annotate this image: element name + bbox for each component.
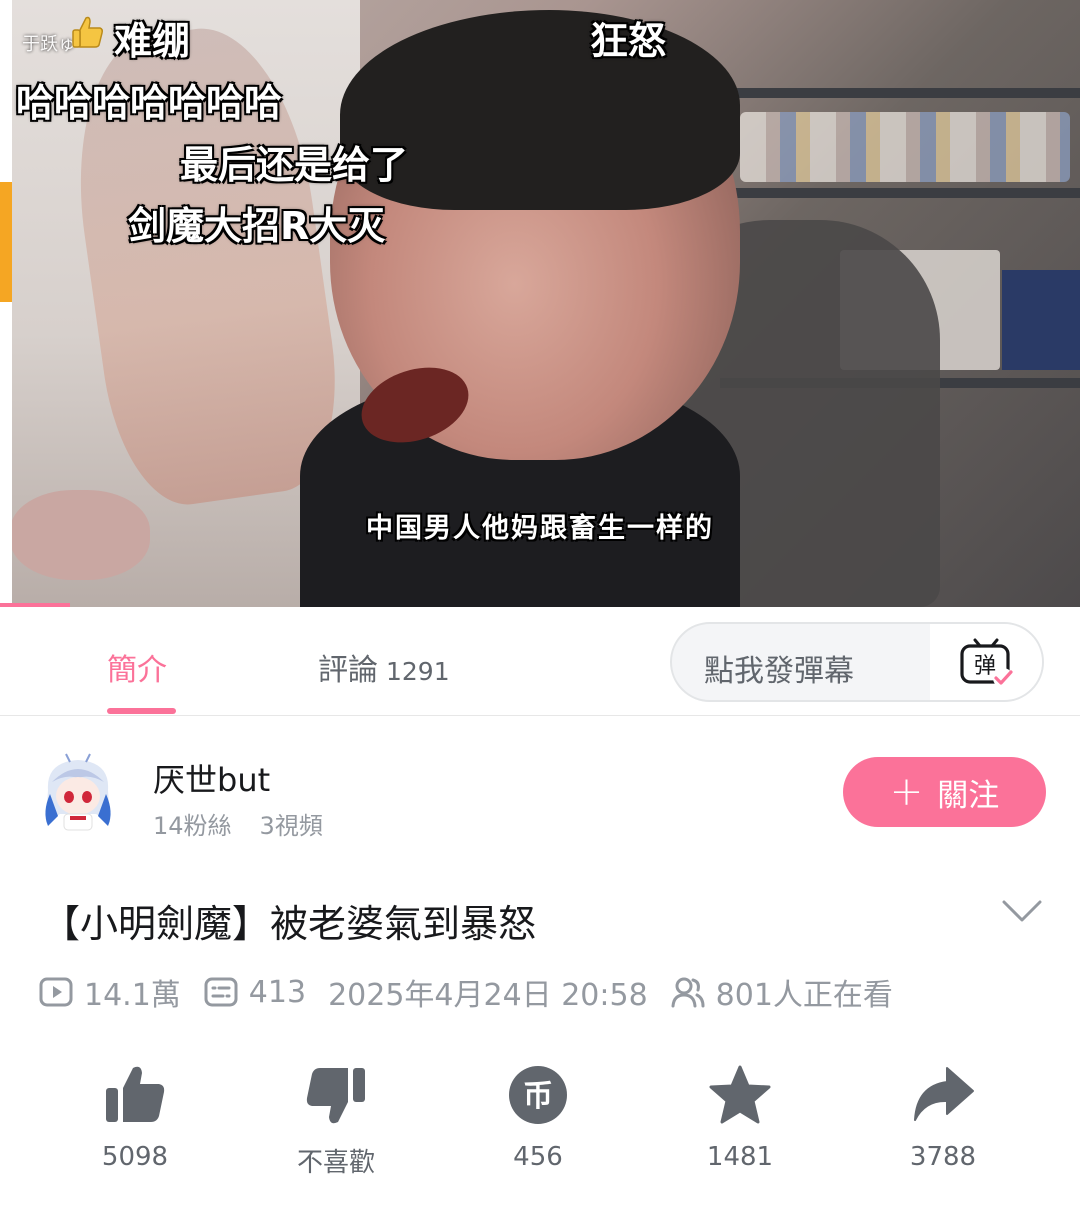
danmaku-count-icon <box>204 977 238 1007</box>
danmaku-count: 413 <box>248 974 307 1010</box>
video-meta: 14.1萬 413 2025年4月24日 20:58 801人正在看 <box>38 970 893 1014</box>
watching-icon <box>671 977 705 1008</box>
like-count: 5098 <box>101 1142 169 1172</box>
like-icon <box>106 1066 165 1122</box>
video-title: 【小明劍魔】被老婆氣到暴怒 <box>42 902 537 946</box>
danmaku-comment: 哈哈哈哈哈哈哈 <box>16 81 283 125</box>
active-tab-indicator <box>107 708 176 714</box>
danmaku-toggle-icon: 弹 <box>960 638 1013 688</box>
tab-bar: 簡介 評論 1291 點我發彈幕 弹 <box>0 607 1080 716</box>
edge-marker <box>0 182 12 302</box>
video-shelf <box>720 88 1080 98</box>
danmaku-input-placeholder: 點我發彈幕 <box>704 654 854 689</box>
favorite-icon <box>709 1065 771 1124</box>
comments-count: 1291 <box>386 657 450 686</box>
danmaku-sender: 于跃ゅ <box>22 34 76 55</box>
video-figurines <box>740 112 1070 182</box>
tab-comments-label: 評論 <box>318 653 378 688</box>
danmaku-comment: 难绷 <box>114 19 191 63</box>
video-shelf <box>720 188 1080 198</box>
uploader-videos: 3視頻 <box>259 812 323 840</box>
watching-count: 801人正在看 <box>715 978 893 1013</box>
video-box <box>1002 270 1080 370</box>
plus-icon: + <box>889 769 924 815</box>
dislike-button[interactable]: 不喜歡 <box>266 1064 406 1179</box>
coin-button[interactable]: 币 456 <box>468 1064 608 1172</box>
thumbs-up-emoji-icon <box>72 16 103 48</box>
danmaku-input[interactable]: 點我發彈幕 弹 <box>670 622 1044 702</box>
coin-count: 456 <box>513 1142 563 1172</box>
tab-intro[interactable]: 簡介 <box>107 645 167 689</box>
follow-label: 關注 <box>937 777 1000 814</box>
view-count: 14.1萬 <box>84 978 181 1013</box>
danmaku-comment: 狂怒 <box>590 19 667 63</box>
danmaku-comment: 最后还是给了 <box>180 143 409 187</box>
avatar-image <box>45 753 111 831</box>
favorite-button[interactable]: 1481 <box>670 1064 810 1172</box>
dislike-label: 不喜歡 <box>296 1148 375 1178</box>
danmaku-toggle-button[interactable]: 弹 <box>930 624 1042 700</box>
danmaku-toggle-glyph: 弹 <box>974 654 996 679</box>
coin-icon: 币 <box>509 1066 567 1124</box>
video-player[interactable]: 于跃ゅ 难绷 狂怒 哈哈哈哈哈哈哈 最后还是给了 剑魔大招R大灭 中国男人他妈跟… <box>0 0 1080 607</box>
publish-datetime: 2025年4月24日 20:58 <box>328 978 648 1013</box>
uploader-name[interactable]: 厌世but <box>153 755 270 801</box>
follow-button[interactable]: + 關注 <box>843 757 1046 827</box>
chevron-down-icon[interactable] <box>1000 896 1044 926</box>
uploader-followers: 14粉絲 <box>153 812 232 840</box>
dislike-icon <box>306 1068 365 1124</box>
danmaku-comment: 剑魔大招R大灭 <box>128 204 386 248</box>
like-button[interactable]: 5098 <box>65 1064 205 1172</box>
share-count: 3788 <box>909 1142 977 1172</box>
uploader-avatar[interactable] <box>40 752 116 836</box>
tab-comments[interactable]: 評論 1291 <box>318 645 450 689</box>
uploader-stats: 14粉絲 3視頻 <box>153 806 323 841</box>
coin-glyph: 币 <box>523 1079 553 1114</box>
favorite-count: 1481 <box>706 1142 774 1172</box>
video-subtitle: 中国男人他妈跟畜生一样的 <box>366 513 714 544</box>
share-icon <box>914 1067 974 1121</box>
play-count-icon <box>39 977 73 1007</box>
share-button[interactable]: 3788 <box>873 1064 1013 1172</box>
